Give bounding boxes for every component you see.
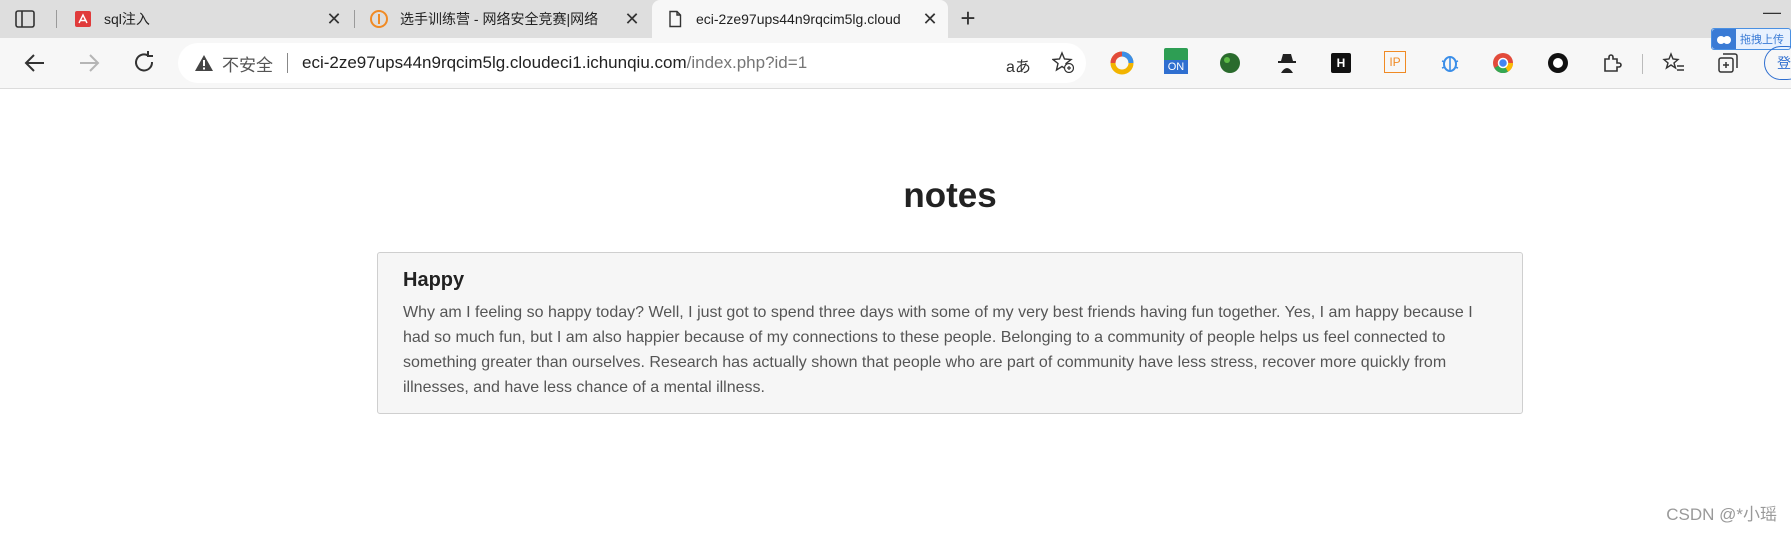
- back-icon[interactable]: [22, 50, 48, 76]
- page-title: notes: [903, 176, 997, 215]
- baidu-upload-label: 拖拽上传: [1740, 34, 1784, 46]
- tab-actions-icon[interactable]: [14, 9, 36, 29]
- note-title: Happy: [403, 269, 465, 291]
- tab-sql[interactable]: sql注入 ✕: [60, 0, 352, 38]
- green-ball-icon[interactable]: [1218, 51, 1242, 75]
- cloud-icon: [1712, 29, 1736, 49]
- ichunqiu-icon: [370, 10, 388, 28]
- h-extension-icon[interactable]: H: [1331, 53, 1351, 73]
- extensions-puzzle-icon[interactable]: [1600, 51, 1624, 75]
- favorites-icon[interactable]: [1662, 51, 1686, 75]
- browser-toolbar: 不安全 eci-2ze97ups44n9rqcim5lg.cloudeci1.i…: [0, 38, 1791, 89]
- on-extension-icon[interactable]: ON: [1164, 48, 1188, 74]
- address-divider: [287, 53, 288, 73]
- tab-ichunqiu[interactable]: 选手训练营 - 网络安全竞赛|网络 ✕: [356, 0, 650, 38]
- chrome-ring-icon[interactable]: [1110, 51, 1134, 75]
- note-body: Why am I feeling so happy today? Well, I…: [403, 304, 1473, 396]
- favorite-add-icon[interactable]: [1052, 51, 1074, 73]
- tab-separator: [56, 10, 57, 28]
- tab-title: eci-2ze97ups44n9rqcim5lg.cloud: [696, 11, 901, 27]
- tab-strip: sql注入 ✕ 选手训练营 - 网络安全竞赛|网络 ✕ eci-2ze97ups…: [0, 0, 1791, 38]
- circle-extension-icon[interactable]: [1546, 51, 1570, 75]
- new-tab-icon[interactable]: +: [955, 5, 981, 32]
- csdn-watermark: CSDN @*小瑶: [1666, 505, 1777, 524]
- collections-icon[interactable]: [1716, 51, 1740, 75]
- pdf-icon: [75, 11, 91, 27]
- note-card: Happy Why am I feeling so happy today? W…: [377, 252, 1523, 414]
- warning-icon[interactable]: [194, 54, 214, 72]
- minimize-icon[interactable]: —: [1763, 2, 1781, 23]
- security-label[interactable]: 不安全: [222, 51, 273, 76]
- tab-title: sql注入: [104, 11, 150, 27]
- bug-icon[interactable]: [1438, 51, 1462, 75]
- chrome-icon[interactable]: [1491, 51, 1515, 75]
- close-tab-icon[interactable]: ✕: [620, 9, 644, 30]
- url-path: /index.php?id=1: [686, 53, 808, 72]
- refresh-icon[interactable]: [131, 50, 157, 76]
- tab-title: 选手训练营 - 网络安全竞赛|网络: [400, 11, 599, 27]
- url-text[interactable]: eci-2ze97ups44n9rqcim5lg.cloudeci1.ichun…: [302, 53, 807, 73]
- page-icon: [669, 10, 682, 28]
- spy-icon[interactable]: [1275, 51, 1299, 75]
- tab-current[interactable]: eci-2ze97ups44n9rqcim5lg.cloud ✕: [652, 0, 948, 38]
- forward-icon[interactable]: [76, 50, 102, 76]
- read-aloud-icon[interactable]: aあ: [1006, 53, 1031, 77]
- url-host: eci-2ze97ups44n9rqcim5lg.cloudeci1.ichun…: [302, 53, 687, 72]
- toolbar-divider: [1642, 54, 1643, 74]
- on-label: ON: [1164, 60, 1188, 74]
- close-tab-icon[interactable]: ✕: [918, 9, 942, 30]
- address-bar[interactable]: 不安全 eci-2ze97ups44n9rqcim5lg.cloudeci1.i…: [178, 43, 1086, 83]
- login-button[interactable]: 登: [1764, 46, 1791, 80]
- close-tab-icon[interactable]: ✕: [322, 9, 346, 30]
- ip-extension-icon[interactable]: IP: [1384, 51, 1406, 73]
- tab-separator: [354, 10, 355, 28]
